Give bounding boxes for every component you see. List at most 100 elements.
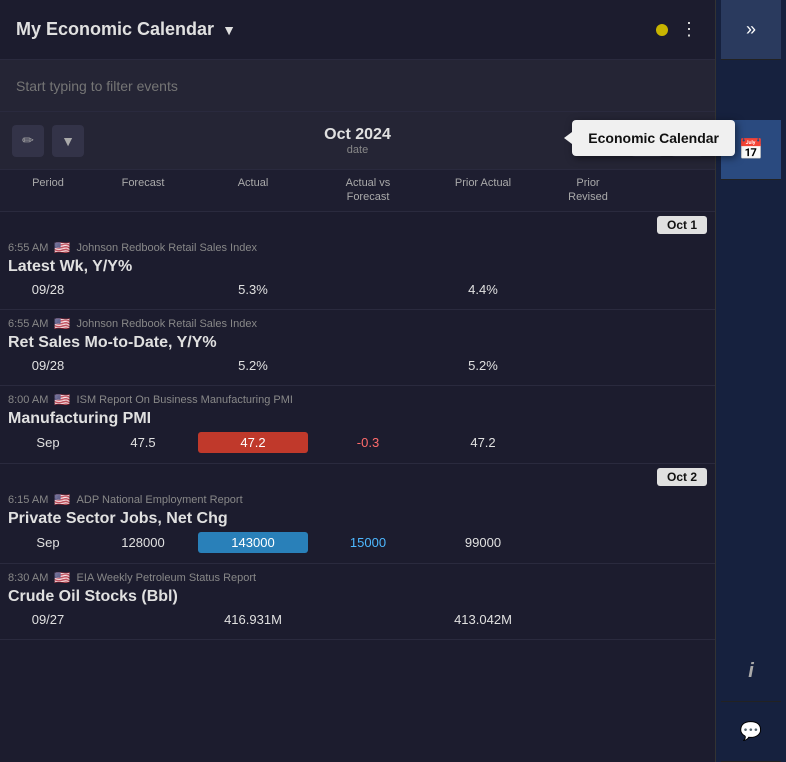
data-actual-5: 416.931M <box>198 610 308 629</box>
dropdown-icon: ▼ <box>61 133 75 149</box>
event-time-3: 8:00 AM <box>8 394 48 406</box>
event-item-5: 8:30 AM 🇺🇸 EIA Weekly Petroleum Status R… <box>0 564 715 640</box>
content-area[interactable]: Oct 1 6:55 AM 🇺🇸 Johnson Redbook Retail … <box>0 212 715 762</box>
col-prior-revised: PriorRevised <box>538 176 638 205</box>
data-period-1: 09/28 <box>8 280 88 299</box>
data-prev-revised-2 <box>538 363 638 367</box>
event-time-4: 6:15 AM <box>8 494 48 506</box>
event-time-row-5: 8:30 AM 🇺🇸 EIA Weekly Petroleum Status R… <box>8 570 707 586</box>
data-forecast-3: 47.5 <box>88 433 198 452</box>
status-dot <box>656 24 668 36</box>
event-title-5: Crude Oil Stocks (Bbl) <box>8 588 707 606</box>
event-item-2: 6:55 AM 🇺🇸 Johnson Redbook Retail Sales … <box>0 310 715 386</box>
col-forecast: Forecast <box>88 176 198 205</box>
data-prev-revised-3 <box>538 440 638 444</box>
tooltip-popup: Economic Calendar <box>572 120 735 156</box>
event-data-4: Sep 128000 143000 15000 99000 <box>8 532 707 553</box>
data-avf-2 <box>308 363 428 367</box>
column-headers: Period Forecast Actual Actual vsForecast… <box>0 170 715 212</box>
info-sidebar-button[interactable]: i <box>721 642 781 702</box>
col-actual: Actual <box>198 176 308 205</box>
event-time-row-4: 6:15 AM 🇺🇸 ADP National Employment Repor… <box>8 492 707 508</box>
data-prior-2: 5.2% <box>428 356 538 375</box>
data-forecast-4: 128000 <box>88 533 198 552</box>
data-prior-5: 413.042M <box>428 610 538 629</box>
current-date: Oct 2024 <box>324 126 391 144</box>
chat-sidebar-button[interactable]: 💬 <box>721 702 781 762</box>
expand-button[interactable]: » <box>721 0 781 60</box>
data-avf-1 <box>308 287 428 291</box>
event-item-1: 6:55 AM 🇺🇸 Johnson Redbook Retail Sales … <box>0 234 715 310</box>
data-prior-4: 99000 <box>428 533 538 552</box>
event-data-3: Sep 47.5 47.2 -0.3 47.2 <box>8 432 707 453</box>
header-left: My Economic Calendar ▼ <box>16 19 236 40</box>
event-time-row-1: 6:55 AM 🇺🇸 Johnson Redbook Retail Sales … <box>8 240 707 256</box>
date-badge-oct2: Oct 2 <box>657 468 707 486</box>
flag-icon-1: 🇺🇸 <box>54 240 70 256</box>
data-period-2: 09/28 <box>8 356 88 375</box>
event-time-row-2: 6:55 AM 🇺🇸 Johnson Redbook Retail Sales … <box>8 316 707 332</box>
event-title-2: Ret Sales Mo-to-Date, Y/Y% <box>8 334 707 352</box>
data-forecast-1 <box>88 287 198 291</box>
event-item-3: 8:00 AM 🇺🇸 ISM Report On Business Manufa… <box>0 386 715 464</box>
event-source-5: EIA Weekly Petroleum Status Report <box>77 572 257 584</box>
date-badge-row-oct1: Oct 1 <box>0 212 715 234</box>
data-prev-revised-5 <box>538 617 638 621</box>
search-bar <box>0 60 715 112</box>
col-prior-actual: Prior Actual <box>428 176 538 205</box>
flag-icon-3: 🇺🇸 <box>54 392 70 408</box>
date-dropdown-button[interactable]: ▼ <box>52 125 84 157</box>
event-time-row-3: 8:00 AM 🇺🇸 ISM Report On Business Manufa… <box>8 392 707 408</box>
event-data-5: 09/27 416.931M 413.042M <box>8 610 707 629</box>
date-badge-oct1: Oct 1 <box>657 216 707 234</box>
nav-bar: ✏ ▼ Oct 2024 date ▶ ▲ Economic Calendar <box>0 112 715 170</box>
event-source-1: Johnson Redbook Retail Sales Index <box>77 242 257 254</box>
edit-button[interactable]: ✏ <box>12 125 44 157</box>
col-period: Period <box>8 176 88 205</box>
data-actual-1: 5.3% <box>198 280 308 299</box>
chat-icon: 💬 <box>740 721 762 742</box>
data-period-3: Sep <box>8 433 88 452</box>
flag-icon-5: 🇺🇸 <box>54 570 70 586</box>
event-time-5: 8:30 AM <box>8 572 48 584</box>
event-title-1: Latest Wk, Y/Y% <box>8 258 707 276</box>
data-actual-3: 47.2 <box>198 432 308 453</box>
kebab-menu-button[interactable]: ⋮ <box>680 19 699 40</box>
event-source-2: Johnson Redbook Retail Sales Index <box>77 318 257 330</box>
data-forecast-2 <box>88 363 198 367</box>
event-title-3: Manufacturing PMI <box>8 410 707 428</box>
data-period-4: Sep <box>8 533 88 552</box>
title-dropdown-arrow[interactable]: ▼ <box>222 22 236 38</box>
date-display: Oct 2024 date <box>92 126 623 156</box>
data-actual-2: 5.2% <box>198 356 308 375</box>
main-panel: My Economic Calendar ▼ ⋮ ✏ ▼ Oct 2024 da… <box>0 0 716 762</box>
event-time-1: 6:55 AM <box>8 242 48 254</box>
event-data-2: 09/28 5.2% 5.2% <box>8 356 707 375</box>
event-time-2: 6:55 AM <box>8 318 48 330</box>
expand-icon: » <box>746 19 756 40</box>
search-input[interactable] <box>16 78 699 94</box>
edit-icon: ✏ <box>22 132 34 149</box>
flag-icon-2: 🇺🇸 <box>54 316 70 332</box>
event-item-4: 6:15 AM 🇺🇸 ADP National Employment Repor… <box>0 486 715 564</box>
event-title-4: Private Sector Jobs, Net Chg <box>8 510 707 528</box>
calendar-icon: 📅 <box>739 137 764 162</box>
event-source-4: ADP National Employment Report <box>77 494 243 506</box>
data-avf-3: -0.3 <box>308 433 428 452</box>
data-avf-4: 15000 <box>308 533 428 552</box>
event-data-1: 09/28 5.3% 4.4% <box>8 280 707 299</box>
header-right: ⋮ <box>656 19 699 40</box>
data-prev-revised-1 <box>538 287 638 291</box>
data-prior-3: 47.2 <box>428 433 538 452</box>
data-prev-revised-4 <box>538 540 638 544</box>
tooltip-text: Economic Calendar <box>588 130 719 146</box>
data-avf-5 <box>308 617 428 621</box>
info-icon: i <box>748 660 754 683</box>
col-actual-vs-forecast: Actual vsForecast <box>308 176 428 205</box>
data-prior-1: 4.4% <box>428 280 538 299</box>
date-sub-label: date <box>347 144 368 156</box>
data-forecast-5 <box>88 617 198 621</box>
event-source-3: ISM Report On Business Manufacturing PMI <box>77 394 293 406</box>
app-title: My Economic Calendar <box>16 19 214 40</box>
header: My Economic Calendar ▼ ⋮ <box>0 0 715 60</box>
